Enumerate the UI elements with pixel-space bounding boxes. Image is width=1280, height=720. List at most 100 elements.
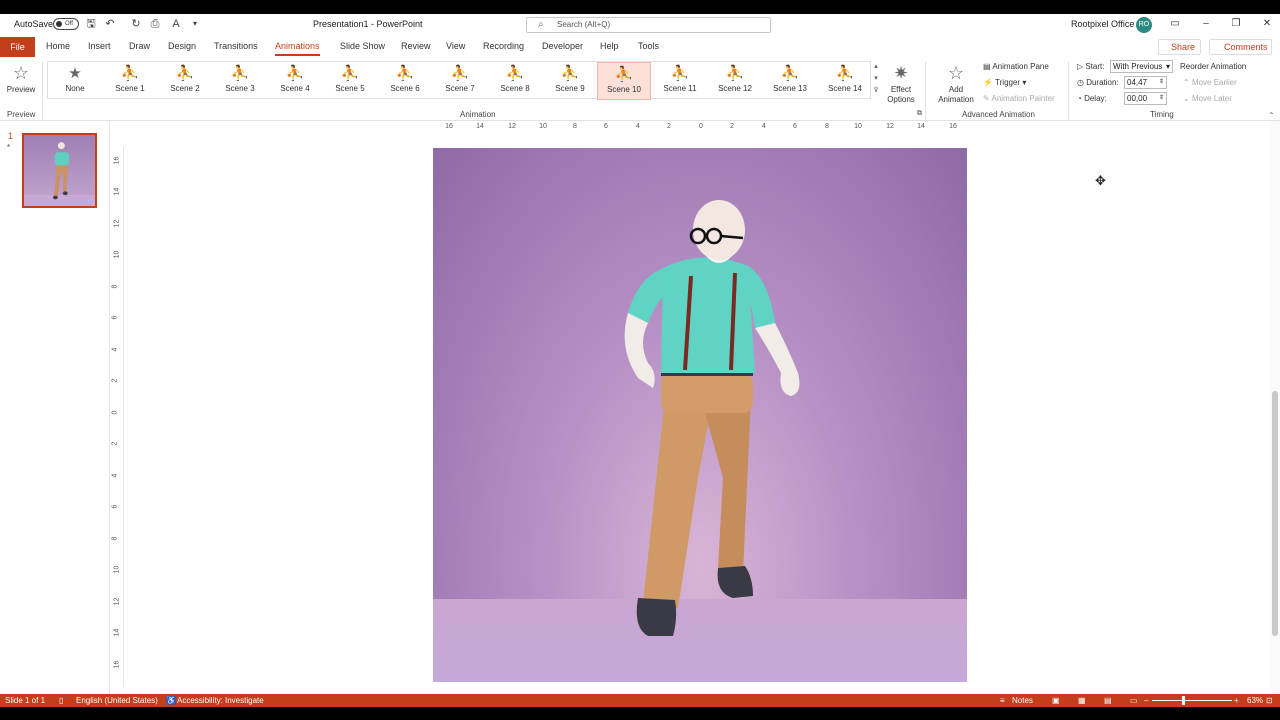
ruler-tick: 6 [604, 123, 608, 130]
animation-pane-button[interactable]: ▤ Animation Pane [983, 62, 1049, 71]
reading-view-icon[interactable]: ▤ [1104, 696, 1112, 705]
gallery-item-scene-5[interactable]: ⛹ Scene 5 [323, 62, 377, 100]
customize-qat-icon[interactable]: ▾ [188, 17, 202, 31]
zoom-out-icon[interactable]: – [1144, 696, 1148, 705]
tab-draw[interactable]: Draw [129, 41, 150, 51]
ruler-tick: 2 [730, 123, 734, 130]
tab-insert[interactable]: Insert [88, 41, 111, 51]
save-icon[interactable]: 🖫 [84, 17, 98, 31]
language[interactable]: English (United States) [76, 696, 158, 705]
gallery-item-scene-11[interactable]: ⛹ Scene 11 [653, 62, 707, 100]
present-icon[interactable]: ⎙ [148, 17, 162, 31]
tab-tools[interactable]: Tools [638, 41, 659, 51]
ruler-tick: 4 [636, 123, 640, 130]
gallery-item-scene-3[interactable]: ⛹ Scene 3 [213, 62, 267, 100]
gallery-scroll-up-icon[interactable]: ▴ [872, 62, 880, 73]
motion-path-icon: ⛹ [285, 65, 305, 82]
fit-slide-icon[interactable]: ⊡ [1266, 696, 1273, 705]
add-animation-button[interactable]: ☆ Add Animation [932, 61, 980, 105]
close-icon[interactable]: ✕ [1260, 17, 1274, 31]
tab-home[interactable]: Home [46, 41, 70, 51]
motion-path-icon: ⛹ [780, 65, 800, 82]
share-button[interactable]: Share [1158, 39, 1201, 55]
font-color-icon[interactable]: A [169, 17, 183, 31]
notes-button[interactable]: Notes [1012, 696, 1033, 705]
animation-indicator: * [7, 143, 11, 152]
accessibility-status[interactable]: Accessibility: Investigate [177, 696, 264, 705]
spinner-icon[interactable]: ⇕ [1159, 77, 1164, 88]
zoom-slider[interactable] [1152, 700, 1232, 701]
gallery-item-scene-8[interactable]: ⛹ Scene 8 [488, 62, 542, 100]
minimize-icon[interactable]: – [1199, 17, 1213, 31]
avatar[interactable]: RO [1136, 17, 1152, 33]
duration-field[interactable]: 04,47 ⇕ [1124, 76, 1167, 89]
preview-button[interactable]: ☆ Preview [4, 61, 38, 94]
restore-icon[interactable]: ❐ [1229, 17, 1243, 31]
dialog-launcher-icon[interactable]: ⧉ [917, 110, 922, 118]
gallery-more-icon[interactable]: ⊽ [872, 86, 880, 97]
zoom-slider-handle[interactable] [1182, 696, 1185, 705]
tab-view[interactable]: View [446, 41, 465, 51]
tab-help[interactable]: Help [600, 41, 619, 51]
old-man-character[interactable] [433, 148, 967, 682]
move-earlier-button[interactable]: ⌃ Move Earlier [1183, 78, 1237, 87]
gallery-item-scene-12[interactable]: ⛹ Scene 12 [708, 62, 762, 100]
tab-recording[interactable]: Recording [483, 41, 524, 51]
zoom-in-icon[interactable]: + [1234, 696, 1239, 705]
zoom-level[interactable]: 63% [1247, 696, 1263, 705]
tab-file[interactable]: File [0, 37, 35, 57]
animation-pane-label: Animation Pane [992, 62, 1049, 71]
move-later-button[interactable]: ⌄ Move Later [1183, 94, 1232, 103]
gallery-item-scene-7[interactable]: ⛹ Scene 7 [433, 62, 487, 100]
start-dropdown[interactable]: With Previous ▾ [1110, 60, 1173, 73]
trigger-button[interactable]: ⚡ Trigger ▾ [983, 78, 1026, 87]
gallery-item-scene-4[interactable]: ⛹ Scene 4 [268, 62, 322, 100]
tab-slide-show[interactable]: Slide Show [340, 41, 385, 51]
powerpoint-window: { "titlebar": { "autosave_label": "AutoS… [0, 0, 1280, 720]
user-name[interactable]: Rootpixel Office [1071, 19, 1134, 29]
gallery-item-none[interactable]: ★ None [48, 62, 102, 100]
ribbon: ☆ Preview Preview ★ None ⛹ Scene 1 ⛹ Scene … [0, 58, 1280, 121]
normal-view-icon[interactable]: ▣ [1052, 696, 1060, 705]
effect-options-label: Effect Options [887, 85, 915, 104]
collapse-ribbon-icon[interactable]: ⌃ [1268, 111, 1275, 120]
ruler-tick: 12 [508, 123, 516, 130]
tab-review[interactable]: Review [401, 41, 431, 51]
comments-button[interactable]: Comments [1209, 39, 1272, 55]
ribbon-display-icon[interactable]: ▭ [1168, 17, 1182, 31]
gallery-item-scene-13[interactable]: ⛹ Scene 13 [763, 62, 817, 100]
effect-options-button[interactable]: ✷ Effect Options [883, 61, 919, 105]
autosave-toggle[interactable]: Off [53, 18, 79, 30]
spinner-icon[interactable]: ⇕ [1159, 93, 1164, 104]
tab-animations[interactable]: Animations [275, 41, 320, 56]
motion-path-icon: ⛹ [120, 65, 140, 82]
gallery-scroll-down-icon[interactable]: ▾ [872, 74, 880, 85]
gallery-item-scene-6[interactable]: ⛹ Scene 6 [378, 62, 432, 100]
move-later-label: Move Later [1191, 94, 1232, 103]
slideshow-icon[interactable]: ▭ [1130, 696, 1138, 705]
redo-icon[interactable]: ↻ [129, 17, 143, 31]
gallery-item-label: Scene 9 [555, 84, 585, 93]
slide-sorter-icon[interactable]: ▦ [1078, 696, 1086, 705]
delay-field[interactable]: 00,00 ⇕ [1124, 92, 1167, 105]
animation-painter-button[interactable]: ✎ Animation Painter [983, 94, 1055, 103]
search-box[interactable]: ⌕ Search (Alt+Q) [526, 17, 771, 33]
gallery-item-scene-14[interactable]: ⛹ Scene 14 [818, 62, 872, 100]
gallery-item-scene-10[interactable]: ⛹ Scene 10 [597, 62, 651, 100]
undo-icon[interactable]: ↶ [103, 17, 117, 31]
ruler-tick: 16 [113, 156, 121, 165]
spellcheck-icon[interactable]: ▯ [59, 696, 63, 705]
slide-thumbnail[interactable] [22, 133, 97, 208]
gallery-item-scene-9[interactable]: ⛹ Scene 9 [543, 62, 597, 100]
trigger-label: Trigger [995, 78, 1021, 87]
scrollbar-thumb[interactable] [1272, 391, 1278, 636]
tab-design[interactable]: Design [168, 41, 196, 51]
motion-path-icon: ⛹ [450, 65, 470, 82]
gallery-item-scene-1[interactable]: ⛹ Scene 1 [103, 62, 157, 100]
none-star-icon: ★ [68, 65, 82, 82]
gallery-item-scene-2[interactable]: ⛹ Scene 2 [158, 62, 212, 100]
tab-transitions[interactable]: Transitions [214, 41, 258, 51]
tab-developer[interactable]: Developer [542, 41, 583, 51]
slide-canvas[interactable] [433, 148, 967, 682]
vertical-scrollbar[interactable] [1270, 121, 1280, 694]
